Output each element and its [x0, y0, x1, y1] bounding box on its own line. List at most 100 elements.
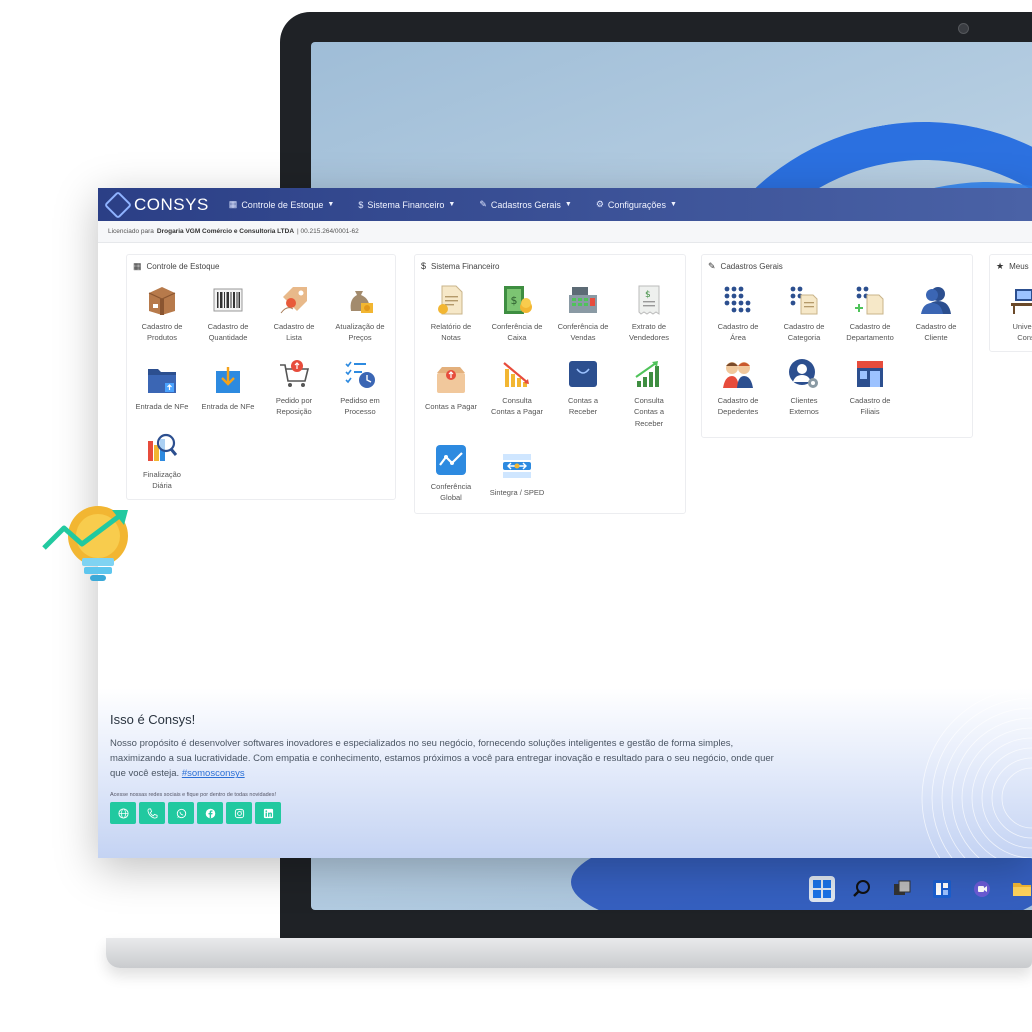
panel-title: Meus: [1009, 262, 1029, 271]
tile-entrada-nfe-1[interactable]: Entrada de NFe: [130, 363, 194, 412]
tile-conferencia-vendas[interactable]: Conferência de Vendas: [551, 283, 615, 344]
tile-label: Consulta: [634, 396, 664, 405]
caret-down-icon: ▼: [448, 201, 456, 208]
tile-label: Pedidso em: [340, 396, 380, 405]
tile-label: Caixa: [507, 333, 527, 343]
tile-label: Lista: [286, 333, 302, 343]
task-view-icon[interactable]: [889, 876, 915, 902]
tile-label: Global: [440, 493, 462, 503]
tile-label: Cons: [1017, 333, 1032, 343]
panel-header: $ Sistema Financeiro: [415, 255, 685, 277]
warehouse-icon: ▦: [133, 261, 142, 271]
nav-configuracoes[interactable]: ⚙ Configurações ▼: [596, 199, 677, 210]
tile-conferencia-global[interactable]: Conferência Global: [419, 443, 483, 504]
svg-text:$: $: [645, 290, 651, 300]
tile-label: Categoria: [787, 333, 821, 343]
tile-atualizacao-precos[interactable]: Atualização de Preços: [328, 283, 392, 344]
phone-icon[interactable]: [139, 802, 165, 824]
nav-label: Sistema Financeiro: [367, 199, 445, 210]
tile-label: Cliente: [924, 333, 948, 343]
chat-icon[interactable]: [969, 876, 995, 902]
caret-down-icon: ▼: [564, 201, 572, 208]
tile-entrada-nfe-2[interactable]: Entrada de NFe: [196, 363, 260, 412]
module-panels: ▦ Controle de Estoque Cadastro de Produto…: [98, 250, 1032, 570]
tile-label: Diária: [152, 481, 172, 491]
tile-label: Filiais: [860, 407, 880, 417]
tile-cadastro-depedentes[interactable]: Cadastro de Depedentes: [706, 357, 770, 418]
social-caption: Acesse nossas redes sociais e fique por …: [110, 792, 277, 798]
tile-label: Preços: [348, 333, 372, 343]
nav-sistema-financeiro[interactable]: $ Sistema Financeiro ▼: [358, 200, 455, 210]
widgets-icon[interactable]: [929, 876, 955, 902]
tile-conferencia-caixa[interactable]: $ Conferência de Caixa: [485, 283, 549, 344]
facebook-icon[interactable]: [197, 802, 223, 824]
tile-cadastro-lista[interactable]: Cadastro de Lista: [262, 283, 326, 344]
svg-text:$: $: [511, 294, 518, 307]
about-text: Nosso propósito é desenvolver softwares …: [110, 736, 790, 782]
search-icon[interactable]: [849, 876, 875, 902]
tile-label: Cadastro de: [717, 322, 759, 331]
consys-logo-icon: [103, 190, 133, 219]
tile-label: Cadastro de: [207, 322, 249, 331]
tile-label: Receber: [568, 407, 598, 417]
tile-universidade[interactable]: Universi Cons: [994, 283, 1032, 344]
store-icon: [853, 357, 887, 391]
dots-doc-icon: [787, 283, 821, 317]
tile-contas-receber[interactable]: Contas a Receber: [551, 357, 615, 418]
tile-cadastro-departamento[interactable]: Cadastro de Departamento: [838, 283, 902, 344]
tile-label: Notas: [441, 333, 461, 343]
dots-plus-icon: [853, 283, 887, 317]
tile-label: Conferência de: [557, 322, 609, 331]
hashtag-link[interactable]: #somosconsys: [182, 768, 245, 779]
dollar-icon: $: [421, 261, 427, 271]
tile-label: Finalização: [143, 470, 181, 479]
tile-label: Relatório de: [430, 322, 472, 331]
nav-controle-estoque[interactable]: ▦ Controle de Estoque ▼: [229, 199, 335, 210]
tile-clientes-externos[interactable]: Clientes Externos: [772, 357, 836, 418]
tile-label: Sintegra / SPED: [489, 488, 545, 497]
tile-relatorio-notas[interactable]: Relatório de Notas: [419, 283, 483, 344]
tile-finalizacao-diaria[interactable]: Finalização Diária: [130, 431, 194, 492]
brand-logo[interactable]: CONSYS: [103, 190, 209, 219]
laptop-camera: [958, 23, 969, 34]
license-prefix: Licenciado para: [108, 228, 154, 235]
tile-cadastro-categoria[interactable]: Cadastro de Categoria: [772, 283, 836, 344]
tile-consulta-contas-pagar[interactable]: Consulta Contas a Pagar: [485, 357, 549, 418]
windows-start-icon[interactable]: [809, 876, 835, 902]
file-explorer-icon[interactable]: [1009, 876, 1032, 902]
nav-cadastros-gerais[interactable]: ✎ Cadastros Gerais ▼: [479, 199, 572, 210]
tile-pedido-reposicao[interactable]: Pedido por Reposição: [262, 357, 326, 418]
user-gear-icon: [787, 357, 821, 391]
star-icon: ★: [996, 261, 1005, 271]
tile-label: Consulta: [502, 396, 532, 405]
tile-consulta-contas-receber[interactable]: Consulta Contas a Receber: [617, 357, 681, 429]
caret-down-icon: ▼: [669, 201, 677, 208]
tile-label: Vendas: [570, 333, 596, 343]
tile-label: Atualização de: [335, 322, 385, 331]
lightbulb-growth-icon: [42, 506, 128, 581]
tile-cadastro-produtos[interactable]: Cadastro de Produtos: [130, 283, 194, 344]
whatsapp-icon[interactable]: [168, 802, 194, 824]
document-icon: [434, 283, 468, 317]
tile-label: Conferência: [430, 482, 472, 491]
tile-pedido-processo[interactable]: Pedidso em Processo: [328, 357, 392, 418]
tile-extrato-vendedores[interactable]: $ Extrato de Vendedores: [617, 283, 681, 344]
user-icon: [919, 283, 953, 317]
tile-label: Quantidade: [208, 333, 248, 343]
tile-cadastro-filiais[interactable]: Cadastro de Filiais: [838, 357, 902, 418]
tile-cadastro-cliente[interactable]: Cadastro de Cliente: [904, 283, 968, 344]
tile-cadastro-quantidade[interactable]: Cadastro de Quantidade: [196, 283, 260, 344]
tile-sintegra-sped[interactable]: Sintegra / SPED: [485, 449, 549, 498]
tile-label: Entrada de NFe: [201, 402, 255, 411]
instagram-icon[interactable]: [226, 802, 252, 824]
tile-label: Cadastro de: [849, 396, 891, 405]
tile-contas-pagar[interactable]: Contas a Pagar: [419, 363, 483, 412]
linkedin-icon[interactable]: [255, 802, 281, 824]
chart-down-icon: [500, 357, 534, 391]
nav-label: Cadastros Gerais: [490, 199, 561, 210]
globe-icon[interactable]: [110, 802, 136, 824]
tile-label: Departamento: [846, 333, 894, 343]
tile-cadastro-area[interactable]: Cadastro de Área: [706, 283, 770, 344]
download-icon: [211, 363, 245, 397]
caret-down-icon: ▼: [327, 201, 335, 208]
